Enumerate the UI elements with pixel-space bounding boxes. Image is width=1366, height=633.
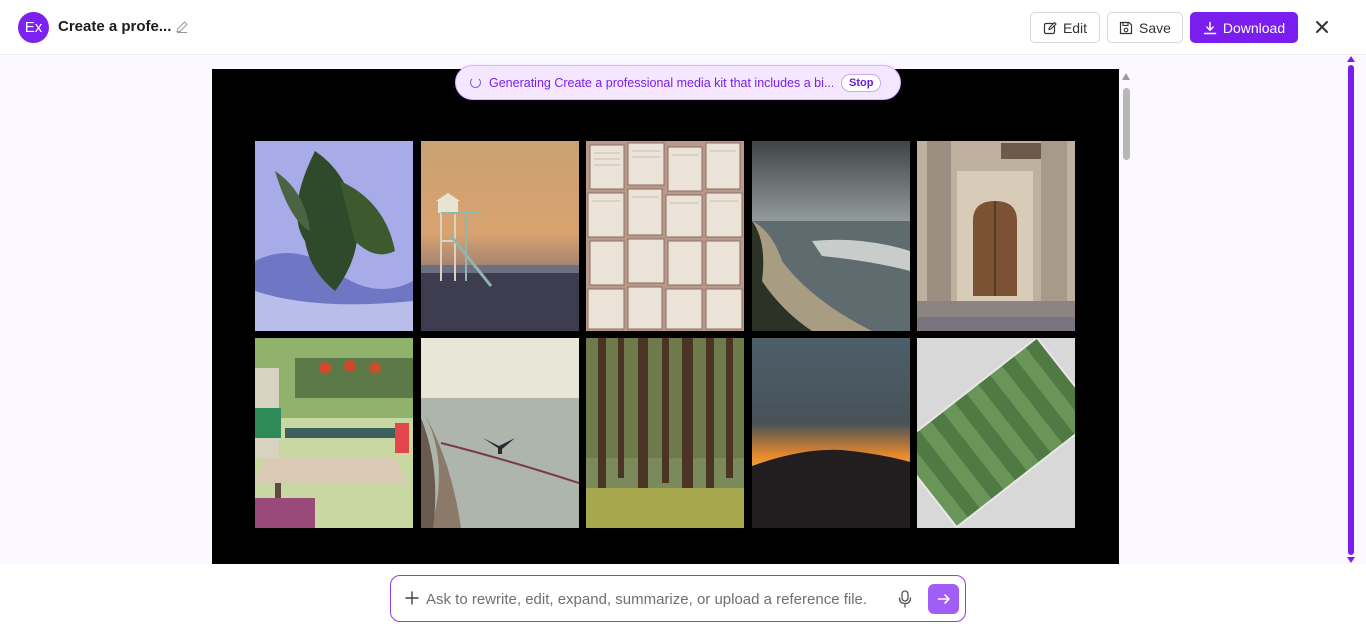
scroll-up-arrow-icon[interactable] xyxy=(1122,73,1130,80)
top-bar: Ex Create a profe... Edit Save Download xyxy=(0,0,1366,55)
plus-icon[interactable] xyxy=(405,591,419,605)
wooden-door-photo[interactable] xyxy=(917,141,1075,331)
send-button[interactable] xyxy=(928,584,959,614)
edit-button[interactable]: Edit xyxy=(1030,12,1100,43)
edit-label: Edit xyxy=(1062,19,1088,36)
lifeguard-tower-photo[interactable] xyxy=(421,141,579,331)
save-button[interactable]: Save xyxy=(1107,12,1183,43)
tree-reflection-photo[interactable] xyxy=(255,141,413,331)
bird-on-boat-photo[interactable] xyxy=(421,338,579,528)
download-icon xyxy=(1203,21,1217,34)
prompt-box xyxy=(390,575,966,622)
spinner-icon xyxy=(470,77,481,88)
open-books-photo[interactable] xyxy=(586,141,744,331)
save-icon xyxy=(1119,21,1133,34)
mic-icon[interactable] xyxy=(897,590,913,608)
close-icon[interactable] xyxy=(1313,18,1331,36)
document-title[interactable]: Create a profe... xyxy=(58,18,171,35)
aerial-field-photo[interactable] xyxy=(917,338,1075,528)
download-label: Download xyxy=(1222,19,1286,36)
page-scroll-up-icon[interactable] xyxy=(1347,56,1355,62)
edit-icon xyxy=(1043,21,1057,34)
pencil-icon[interactable] xyxy=(175,20,189,34)
page-scrollbar-thumb[interactable] xyxy=(1348,65,1354,555)
cafe-table-photo[interactable] xyxy=(255,338,413,528)
arrow-right-icon xyxy=(937,594,950,604)
generation-status-text: Generating Create a professional media k… xyxy=(489,75,833,90)
canvas-scrollbar-thumb[interactable] xyxy=(1123,88,1130,160)
generation-status-bar: Generating Create a professional media k… xyxy=(455,65,901,100)
download-button[interactable]: Download xyxy=(1190,12,1298,43)
page-scroll-down-icon[interactable] xyxy=(1347,557,1355,563)
prompt-input[interactable] xyxy=(426,585,886,613)
app-logo[interactable]: Ex xyxy=(18,12,49,43)
save-label: Save xyxy=(1139,19,1171,36)
stop-button[interactable]: Stop xyxy=(841,73,882,92)
photo-grid xyxy=(255,141,1076,528)
forest-photo[interactable] xyxy=(586,338,744,528)
coastline-photo[interactable] xyxy=(752,141,910,331)
sunset-hill-photo[interactable] xyxy=(752,338,910,528)
